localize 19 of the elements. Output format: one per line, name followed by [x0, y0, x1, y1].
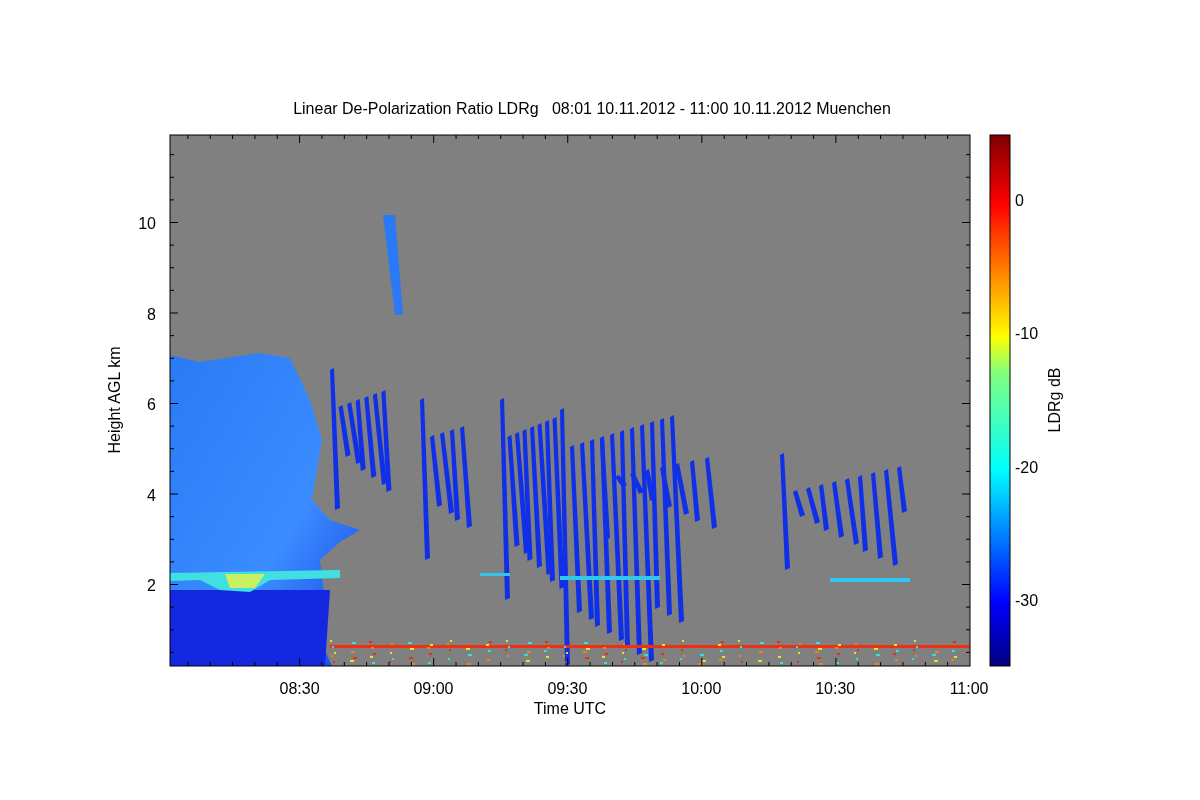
y-tick-label: 2 — [147, 577, 156, 594]
y-tick-label: 10 — [138, 215, 156, 232]
colorbar-tick-label: -20 — [1015, 458, 1039, 476]
x-axis-label: Time UTC — [533, 700, 607, 717]
x-tick-label: 09:30 — [547, 680, 588, 697]
colorbar-label: LDRg dB — [1046, 367, 1063, 433]
colorbar-tick-label: -10 — [1015, 325, 1039, 343]
x-tick-label: 10:00 — [681, 680, 722, 697]
y-axis-label: Height AGL km — [106, 346, 123, 454]
x-tick-label: 11:00 — [949, 680, 989, 697]
y-tick-label: 4 — [147, 486, 156, 504]
x-tick-label: 08:30 — [279, 680, 320, 697]
x-tick-label: 09:00 — [413, 680, 454, 697]
colorbar-tick-label: 0 — [1015, 192, 1024, 209]
y-tick-label: 6 — [147, 396, 156, 413]
y-tick-label: 8 — [147, 305, 156, 323]
colorbar-tick-label: -30 — [1015, 591, 1039, 609]
x-tick-label: 10:30 — [815, 680, 856, 697]
chart-title: Linear De-Polarization Ratio LDRg 08:01 10.11.2012 - 11:00 10.11.2012 Muenchen — [293, 100, 891, 117]
